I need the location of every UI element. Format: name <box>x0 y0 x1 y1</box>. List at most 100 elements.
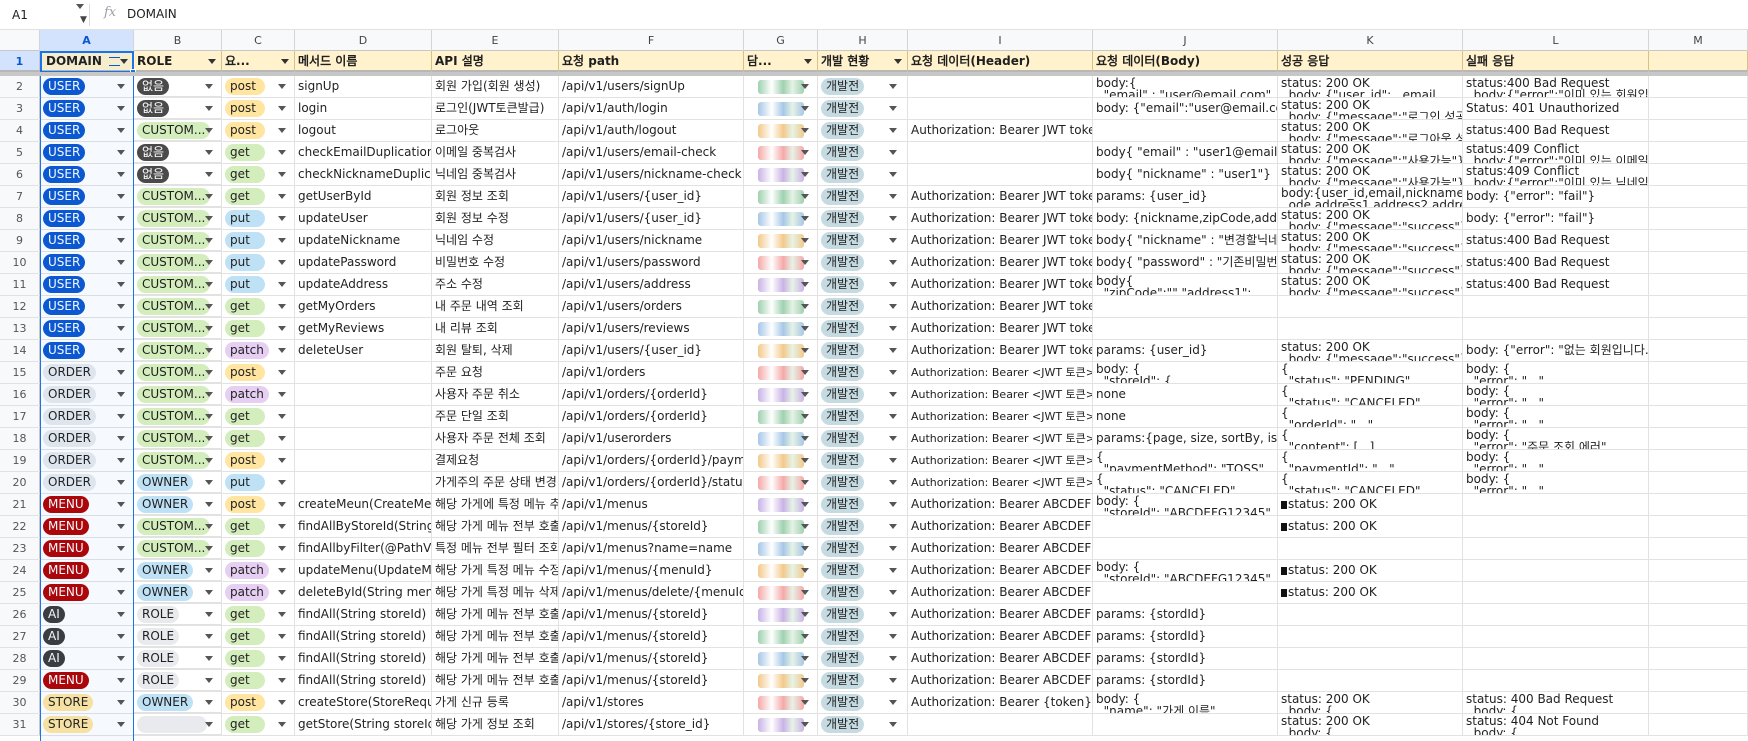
chevron-down-icon[interactable] <box>278 700 286 705</box>
cell-l[interactable]: body: {"error": "없는 회원입니다."} <box>1463 340 1649 361</box>
name-box[interactable]: A1 ▼ <box>6 4 90 26</box>
chevron-down-icon[interactable] <box>205 84 213 89</box>
cell-e[interactable]: 회원 정보 수정 <box>432 208 559 229</box>
chevron-down-icon[interactable] <box>278 172 286 177</box>
cell-k[interactable]: status: 200 OK <box>1278 560 1463 581</box>
cell-m[interactable] <box>1649 318 1748 339</box>
chevron-down-icon[interactable] <box>801 392 809 397</box>
cell-c[interactable]: get <box>222 318 295 339</box>
row-number[interactable]: 19 <box>0 450 40 471</box>
chevron-down-icon[interactable] <box>117 480 125 485</box>
cell-c[interactable]: put <box>222 472 295 493</box>
row-number[interactable]: 29 <box>0 670 40 691</box>
cell-d[interactable]: createMeun(CreateMenuRequest <box>295 494 432 515</box>
cell-g[interactable] <box>744 626 818 647</box>
cell-b[interactable]: CUSTOM... <box>134 318 222 339</box>
chevron-down-icon[interactable] <box>117 282 125 287</box>
cell-h[interactable]: 개발전 <box>818 406 908 427</box>
cell-j[interactable]: body: {nickname,zipCode,address <box>1093 208 1278 229</box>
header-success[interactable]: 성공 응답 <box>1278 51 1463 72</box>
column-header-i[interactable]: I <box>908 30 1093 51</box>
row-number[interactable]: 5 <box>0 142 40 163</box>
chevron-down-icon[interactable] <box>889 392 897 397</box>
chevron-down-icon[interactable] <box>801 194 809 199</box>
cell-a[interactable]: STORE <box>40 692 134 713</box>
column-header-b[interactable]: B <box>134 30 222 51</box>
header-domain[interactable]: DOMAIN <box>40 51 134 72</box>
cell-l[interactable]: body: { "error": "..." <box>1463 384 1649 405</box>
cell-a[interactable]: USER <box>40 318 134 339</box>
cell-j[interactable] <box>1093 714 1278 735</box>
cell-c[interactable]: get <box>222 186 295 207</box>
cell-i[interactable]: Authorization: Bearer ABCDEFG12345 <box>908 604 1093 625</box>
cell-c[interactable]: post <box>222 450 295 471</box>
chevron-down-icon[interactable] <box>117 568 125 573</box>
cell-m[interactable] <box>1649 516 1748 537</box>
cell-b[interactable]: CUSTOM... <box>134 450 222 471</box>
chevron-down-icon[interactable] <box>117 84 125 89</box>
chevron-down-icon[interactable] <box>801 700 809 705</box>
chevron-down-icon[interactable] <box>117 524 125 529</box>
cell-d[interactable]: findAll(String storeId) <box>295 648 432 669</box>
cell-l[interactable]: status:400 Bad Request body:{"error":"이미… <box>1463 76 1649 97</box>
chevron-down-icon[interactable] <box>889 700 897 705</box>
cell-k[interactable]: { "paymentId": "...", <box>1278 450 1463 471</box>
cell-d[interactable]: checkNicknameDuplication <box>295 164 432 185</box>
cell-d[interactable]: signUp <box>295 76 432 97</box>
chevron-down-icon[interactable] <box>278 524 286 529</box>
cell-h[interactable]: 개발전 <box>818 428 908 449</box>
chevron-down-icon[interactable] <box>205 392 213 397</box>
cell-c[interactable]: put <box>222 252 295 273</box>
cell-m[interactable] <box>1649 406 1748 427</box>
chevron-down-icon[interactable] <box>117 370 125 375</box>
cell-j[interactable]: params: {user_id} <box>1093 186 1278 207</box>
cell-g[interactable] <box>744 472 818 493</box>
cell-f[interactable]: /api/v1/auth/logout <box>559 120 744 141</box>
cell-e[interactable]: 특정 메뉴 전부 필터 조회 <box>432 538 559 559</box>
cell-k[interactable]: status: 200 OK body: {"message":"success… <box>1278 274 1463 295</box>
cell-i[interactable]: Authorization: Bearer ABCDEFG12345 <box>908 538 1093 559</box>
cell-d[interactable]: createStore(StoreRequestDto <box>295 692 432 713</box>
cell-e[interactable]: 가게 신규 등록 <box>432 692 559 713</box>
chevron-down-icon[interactable] <box>205 612 213 617</box>
cell-f[interactable]: /api/v1/stores <box>559 692 744 713</box>
chevron-down-icon[interactable] <box>278 216 286 221</box>
chevron-down-icon[interactable] <box>205 502 213 507</box>
cell-k[interactable]: status: 200 OK body: {"message":"사용가능"} <box>1278 164 1463 185</box>
column-header-g[interactable]: G <box>744 30 818 51</box>
chevron-down-icon[interactable] <box>205 436 213 441</box>
cell-m[interactable] <box>1649 384 1748 405</box>
cell-e[interactable]: 닉네임 중복검사 <box>432 164 559 185</box>
chevron-down-icon[interactable] <box>889 722 897 727</box>
chevron-down-icon[interactable] <box>278 348 286 353</box>
cell-d[interactable]: findAllByStoreId(String storeId) <box>295 516 432 537</box>
cell-g[interactable] <box>744 538 818 559</box>
cell-f[interactable]: /api/v1/users/{user_id} <box>559 340 744 361</box>
cell-a[interactable]: USER <box>40 164 134 185</box>
column-header-c[interactable]: C <box>222 30 295 51</box>
cell-m[interactable] <box>1649 472 1748 493</box>
column-header-k[interactable]: K <box>1278 30 1463 51</box>
cell-l[interactable]: body: {"error": "fail"} <box>1463 208 1649 229</box>
cell-l[interactable] <box>1463 494 1649 515</box>
cell-c[interactable]: patch <box>222 582 295 603</box>
chevron-down-icon[interactable] <box>278 722 286 727</box>
cell-j[interactable]: body{ "password" : "기존비밀번호", <box>1093 252 1278 273</box>
cell-f[interactable]: /api/v1/menus/{storeId} <box>559 626 744 647</box>
cell-l[interactable] <box>1463 626 1649 647</box>
cell-a[interactable]: USER <box>40 186 134 207</box>
chevron-down-icon[interactable] <box>889 678 897 683</box>
chevron-down-icon[interactable] <box>205 282 213 287</box>
cell-i[interactable]: Authorization: Bearer JWT token <box>908 208 1093 229</box>
chevron-down-icon[interactable] <box>801 656 809 661</box>
cell-k[interactable]: status: 200 OK body: {"message":"로그아웃 성공… <box>1278 120 1463 141</box>
row-number[interactable]: 14 <box>0 340 40 361</box>
chevron-down-icon[interactable] <box>278 84 286 89</box>
cell-j[interactable] <box>1093 296 1278 317</box>
cell-g[interactable] <box>744 582 818 603</box>
chevron-down-icon[interactable] <box>889 84 897 89</box>
cell-k[interactable]: status: 200 OK body: {"user_id":.. email… <box>1278 76 1463 97</box>
cell-c[interactable]: get <box>222 538 295 559</box>
cell-j[interactable]: body:{ "email" : "user@email.com", <box>1093 76 1278 97</box>
cell-k[interactable]: { "status": "CANCELED", <box>1278 472 1463 493</box>
